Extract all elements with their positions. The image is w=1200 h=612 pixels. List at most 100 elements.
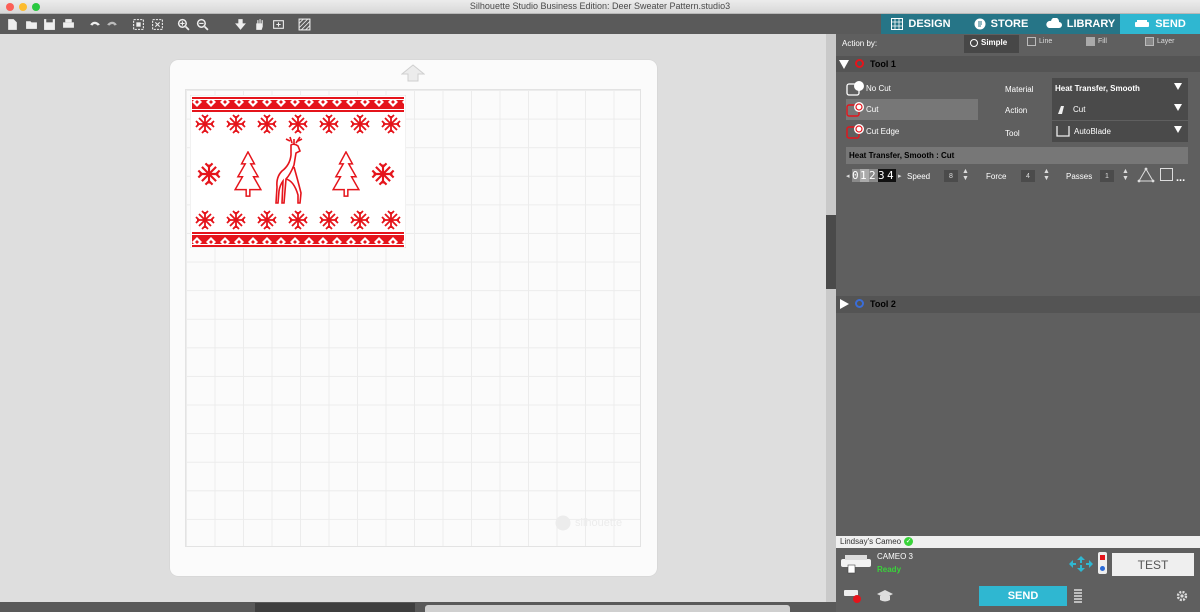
move-arrows-icon[interactable] [1068, 555, 1094, 573]
open-folder-icon[interactable] [23, 16, 39, 32]
redo-icon[interactable] [104, 16, 120, 32]
tool-dropdown-arrow-icon [1174, 126, 1182, 133]
send-button[interactable]: SEND [979, 586, 1067, 606]
tab-library[interactable]: LIBRARY [1041, 14, 1120, 34]
fit-to-page-icon[interactable] [270, 16, 286, 32]
zoom-out-icon[interactable] [194, 16, 210, 32]
speed-stepper[interactable]: ▲ ▼ [962, 168, 969, 182]
blade-digit-0: 0 [852, 169, 859, 182]
blade-digit-2: 2 [869, 169, 876, 182]
main-toolbar: DESIGN STORE LIBRARY SEND [0, 14, 1200, 34]
watermark: silhouette [555, 515, 622, 531]
blade-digit-3: 3 [878, 169, 887, 182]
send-history-icon[interactable] [843, 588, 861, 604]
tab-send[interactable]: SEND [1120, 14, 1200, 34]
passes-stepper[interactable]: ▲ ▼ [1122, 168, 1129, 182]
select-all-icon[interactable] [130, 16, 146, 32]
print-icon[interactable] [60, 16, 76, 32]
tool2-expand-chevron-icon[interactable] [840, 299, 849, 309]
tool-dropdown[interactable]: AutoBlade [1052, 121, 1188, 142]
speed-input[interactable]: 8 [944, 170, 958, 182]
force-label: Force [986, 172, 1007, 181]
tab-store[interactable]: STORE [961, 14, 1041, 34]
action-cut-edge-label: Cut Edge [866, 127, 900, 136]
more-options-button[interactable]: ... [1176, 173, 1185, 184]
vertical-scrollbar[interactable] [826, 34, 836, 602]
action-mode-layer-label: Layer [1157, 38, 1175, 45]
action-cut-label: Cut [866, 105, 879, 114]
pattern-fill-icon[interactable] [296, 16, 312, 32]
force-input[interactable]: 4 [1021, 170, 1035, 182]
action-by-label: Action by: [842, 39, 878, 48]
origin-top-icon [1100, 555, 1105, 560]
tab-design[interactable]: DESIGN [881, 14, 961, 34]
action-mode-simple[interactable]: Simple [970, 38, 1007, 47]
deer-sweater-design[interactable] [190, 95, 406, 248]
action-dropdown[interactable]: Cut [1052, 99, 1188, 120]
cameo-machine-icon[interactable] [839, 553, 873, 575]
new-file-icon[interactable] [4, 16, 20, 32]
undo-icon[interactable] [86, 16, 102, 32]
layer-mode-icon [1145, 37, 1154, 46]
settings-gear-icon[interactable] [1175, 589, 1189, 603]
top-border-pattern [192, 100, 404, 109]
blade-action-icon [1058, 105, 1064, 114]
material-dropdown[interactable]: Heat Transfer, Smooth [1052, 78, 1188, 99]
line-segment-overcut-icon[interactable] [1137, 167, 1155, 183]
action-cut[interactable]: Cut [846, 99, 978, 120]
silhouette-logo-icon [555, 515, 571, 531]
tutorial-cap-icon[interactable] [876, 589, 894, 603]
action-mode-fill[interactable]: Fill [1086, 37, 1107, 46]
horizontal-scroll-thumb[interactable] [255, 603, 415, 612]
cut-edge-icon [846, 123, 864, 139]
tool-label: Tool [1005, 129, 1020, 138]
cut-icon [846, 101, 864, 117]
no-cut-icon [846, 80, 864, 96]
fill-mode-icon [1086, 37, 1095, 46]
force-stepper[interactable]: ▲ ▼ [1043, 168, 1050, 182]
queue-list-icon[interactable] [1073, 588, 1083, 604]
tool1-collapse-chevron-icon[interactable] [839, 60, 849, 69]
zoom-in-icon[interactable] [175, 16, 191, 32]
action-no-cut[interactable]: No Cut [846, 78, 978, 99]
bottom-border-line-2 [192, 245, 404, 247]
blade-left-arrow-icon[interactable]: ◂ [846, 172, 850, 180]
action-mode-layer[interactable]: Layer [1145, 37, 1175, 46]
action-mode-simple-label: Simple [981, 38, 1008, 47]
device-name-label: Lindsay's Cameo [840, 537, 902, 546]
blade-digit-4: 4 [887, 169, 896, 182]
action-value: Cut [1073, 105, 1086, 114]
speed-label: Speed [907, 172, 931, 181]
pan-hand-icon[interactable] [251, 16, 267, 32]
window-title: Silhouette Studio Business Edition: Deer… [469, 1, 731, 11]
zoom-fit-icon[interactable] [232, 16, 248, 32]
blade-right-arrow-icon[interactable]: ▸ [898, 172, 902, 180]
passes-label: Passes [1066, 172, 1093, 181]
title-bar: Silhouette Studio Business Edition: Deer… [0, 0, 1200, 14]
device-name: Lindsay's Cameo ✓ [840, 537, 914, 546]
tool1-label: Tool 1 [870, 59, 896, 69]
connected-check-icon: ✓ [904, 537, 914, 546]
origin-toggle[interactable] [1098, 552, 1107, 574]
top-border-line-2 [192, 110, 404, 112]
save-icon[interactable] [41, 16, 57, 32]
deselect-icon[interactable] [149, 16, 165, 32]
material-dropdown-arrow-icon [1174, 83, 1182, 90]
line-mode-icon [1027, 37, 1036, 46]
vertical-scroll-thumb[interactable] [826, 215, 836, 289]
watermark-text: silhouette [575, 517, 623, 529]
top-border-line [192, 97, 404, 99]
action-mode-line[interactable]: Line [1027, 37, 1052, 46]
dock-strip [425, 605, 790, 612]
test-button[interactable]: TEST [1112, 553, 1194, 576]
tab-design-label: DESIGN [908, 18, 951, 30]
tab-library-label: LIBRARY [1066, 18, 1116, 30]
blade-depth-ruler[interactable]: 0 1 2 3 4 [852, 169, 896, 182]
corner-sharpen-icon[interactable] [1160, 168, 1173, 181]
tool2-label: Tool 2 [870, 299, 896, 309]
cloud-icon [1046, 18, 1062, 28]
device-model: CAMEO 3 [877, 552, 914, 561]
action-cut-edge[interactable]: Cut Edge [846, 121, 978, 142]
passes-input[interactable]: 1 [1100, 170, 1114, 182]
material-value: Heat Transfer, Smooth [1055, 84, 1140, 93]
